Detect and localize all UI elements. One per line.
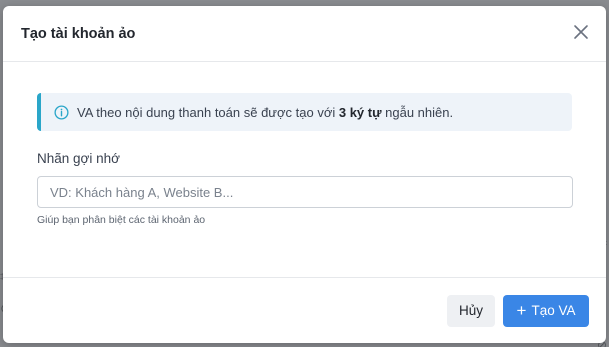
modal-footer: Hủy + Tạo VA: [3, 277, 606, 343]
memo-label: Nhãn gợi nhớ: [37, 151, 121, 166]
cancel-button[interactable]: Hủy: [447, 294, 495, 327]
info-text-strong: 3 ký tự: [338, 104, 382, 120]
modal-body: VA theo nội dung thanh toán sẽ được tạo …: [3, 62, 606, 277]
close-icon: [573, 24, 589, 45]
create-va-button[interactable]: + Tạo VA: [503, 294, 589, 327]
modal-title: Tạo tài khoản ảo: [21, 25, 136, 42]
info-alert: VA theo nội dung thanh toán sẽ được tạo …: [37, 93, 572, 131]
info-text: VA theo nội dung thanh toán sẽ được tạo …: [77, 105, 453, 120]
info-text-before: VA theo nội dung thanh toán sẽ được tạo …: [77, 104, 339, 120]
create-virtual-account-modal: Tạo tài khoản ảo VA theo nội dung thanh …: [3, 6, 606, 343]
modal-header: Tạo tài khoản ảo: [3, 6, 606, 62]
memo-label-input[interactable]: [37, 176, 573, 208]
memo-help-text: Giúp bạn phân biệt các tài khoản ảo: [37, 214, 206, 226]
info-text-after: ngẫu nhiên.: [381, 104, 454, 120]
close-button[interactable]: [570, 23, 592, 45]
plus-icon: +: [516, 301, 527, 320]
info-circle-icon: [54, 104, 69, 120]
create-va-label: Tạo VA: [531, 303, 576, 318]
